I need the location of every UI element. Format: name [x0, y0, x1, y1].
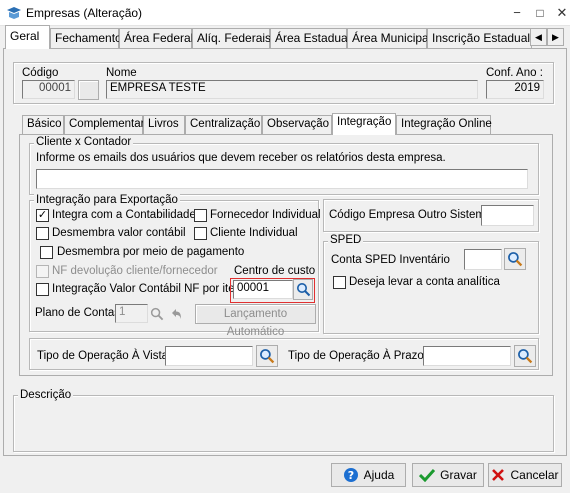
conf-ano-label: Conf. Ano :: [486, 67, 543, 79]
tipo-operacao-aprazo-field[interactable]: [423, 346, 511, 366]
conf-ano-field[interactable]: 2019: [486, 80, 544, 99]
tab-inscricao-estadual[interactable]: Inscrição Estadual S: [427, 28, 532, 48]
tipo-operacao-avista-label: Tipo de Operação À Vista:: [37, 350, 172, 362]
svg-text:?: ?: [347, 469, 353, 482]
search-icon: [260, 349, 275, 364]
gravar-label: Gravar: [440, 468, 477, 482]
cliente-individual-checkbox[interactable]: [194, 227, 207, 240]
centro-custo-field[interactable]: 00001: [233, 280, 293, 299]
cliente-contador-instruction: Informe os emails dos usuários que devem…: [36, 152, 446, 164]
nf-devolucao-label: NF devolução cliente/fornecedor: [52, 265, 218, 277]
sped-legend: SPED: [328, 234, 364, 246]
integracao-valor-label: Integração Valor Contábil NF por item: [52, 283, 245, 295]
help-icon: ?: [343, 468, 358, 482]
tab-area-municipal[interactable]: Área Municipal: [347, 28, 431, 48]
checkmark-icon: [419, 468, 436, 482]
plano-contas-back-button[interactable]: [166, 304, 186, 323]
desmembra-pagamento-checkbox[interactable]: [40, 246, 53, 259]
maximize-button[interactable]: □: [529, 4, 551, 22]
inner-tab-livros[interactable]: Livros: [143, 115, 185, 134]
nome-label: Nome: [106, 67, 137, 79]
gravar-button[interactable]: Gravar: [412, 463, 484, 487]
codigo-outro-sistema-field[interactable]: [481, 205, 534, 226]
cancelar-label: Cancelar: [510, 468, 559, 482]
inner-tab-observacao[interactable]: Observação: [262, 115, 332, 134]
fornecedor-individual-label: Fornecedor Individual: [210, 209, 321, 221]
conta-analitica-label: Deseja levar a conta analítica: [349, 276, 500, 288]
cancelar-button[interactable]: Cancelar: [488, 463, 562, 487]
tab-aliq-federais[interactable]: Alíq. Federais: [192, 28, 271, 48]
tipo-operacao-aprazo-label: Tipo de Operação À Prazo:: [288, 350, 427, 362]
tipo-operacao-avista-field[interactable]: [165, 346, 253, 366]
cliente-contador-legend: Cliente x Contador: [34, 136, 134, 148]
codigo-field[interactable]: 00001: [22, 80, 75, 99]
tab-scroll: ◀ ▶: [530, 28, 564, 46]
fornecedor-individual-checkbox[interactable]: [194, 209, 207, 222]
integra-contabilidade-label: Integra com a Contabilidade: [52, 209, 196, 221]
integra-contabilidade-checkbox[interactable]: ✓: [36, 209, 49, 222]
inner-tab-basico[interactable]: Básico: [22, 115, 64, 134]
inner-tab-integracao[interactable]: Integração: [332, 113, 396, 135]
search-icon: [150, 307, 164, 320]
cancel-x-icon: [492, 469, 505, 481]
app-icon: [7, 7, 21, 19]
conta-analitica-checkbox[interactable]: [333, 276, 346, 289]
minimize-button[interactable]: −: [506, 4, 528, 22]
undo-arrow-icon: [172, 308, 181, 319]
plano-contas-field[interactable]: 1: [115, 304, 148, 323]
integracao-exportacao-legend: Integração para Exportação: [34, 194, 180, 206]
plano-contas-label: Plano de Contas: [35, 307, 121, 319]
search-icon: [518, 349, 533, 364]
descricao-group: [13, 395, 554, 452]
descricao-legend: Descrição: [18, 389, 74, 401]
desmembra-valor-label: Desmembra valor contábil: [52, 227, 186, 239]
tab-geral[interactable]: Geral: [5, 25, 50, 49]
tab-area-federal[interactable]: Área Federal: [119, 28, 193, 48]
lancamento-automatico-button[interactable]: Lançamento Automático: [195, 304, 316, 338]
conta-sped-inventario-label: Conta SPED Inventário: [331, 254, 450, 266]
nome-field[interactable]: EMPRESA TESTE: [106, 80, 478, 99]
centro-custo-label: Centro de custo: [234, 265, 316, 277]
tipo-operacao-avista-search-button[interactable]: [256, 345, 278, 367]
codigo-lookup-button[interactable]: [78, 80, 99, 100]
tab-fechamento[interactable]: Fechamento: [50, 28, 122, 48]
conta-sped-search-button[interactable]: [504, 248, 526, 270]
codigo-outro-sistema-label: Código Empresa Outro Sistema: [329, 209, 492, 221]
centro-custo-search-button[interactable]: [293, 279, 313, 300]
tab-area-estadual[interactable]: Área Estadual: [270, 28, 350, 48]
inner-tab-centralizacao[interactable]: Centralização: [185, 115, 262, 134]
close-button[interactable]: ✕: [551, 4, 570, 22]
ajuda-button[interactable]: ? Ajuda: [331, 463, 406, 487]
tipo-operacao-aprazo-search-button[interactable]: [514, 345, 536, 367]
cliente-individual-label: Cliente Individual: [210, 227, 298, 239]
inner-tab-integracao-online[interactable]: Integração Online: [396, 115, 492, 134]
integracao-valor-checkbox[interactable]: [36, 283, 49, 296]
plano-contas-search-button[interactable]: [148, 304, 166, 323]
window-title: Empresas (Alteração): [26, 6, 143, 20]
search-icon: [508, 252, 523, 267]
inner-tab-complementar[interactable]: Complementar: [64, 115, 144, 134]
tab-scroll-right-icon[interactable]: ▶: [547, 28, 564, 46]
emails-field[interactable]: [36, 169, 528, 189]
tab-scroll-left-icon[interactable]: ◀: [530, 28, 547, 46]
desmembra-pagamento-label: Desmembra por meio de pagamento: [57, 246, 245, 258]
nf-devolucao-checkbox[interactable]: [36, 265, 49, 278]
conta-sped-inventario-field[interactable]: [464, 249, 502, 270]
search-icon: [296, 283, 310, 297]
desmembra-valor-checkbox[interactable]: [36, 227, 49, 240]
codigo-label: Código: [22, 67, 59, 79]
ajuda-label: Ajuda: [363, 468, 395, 482]
